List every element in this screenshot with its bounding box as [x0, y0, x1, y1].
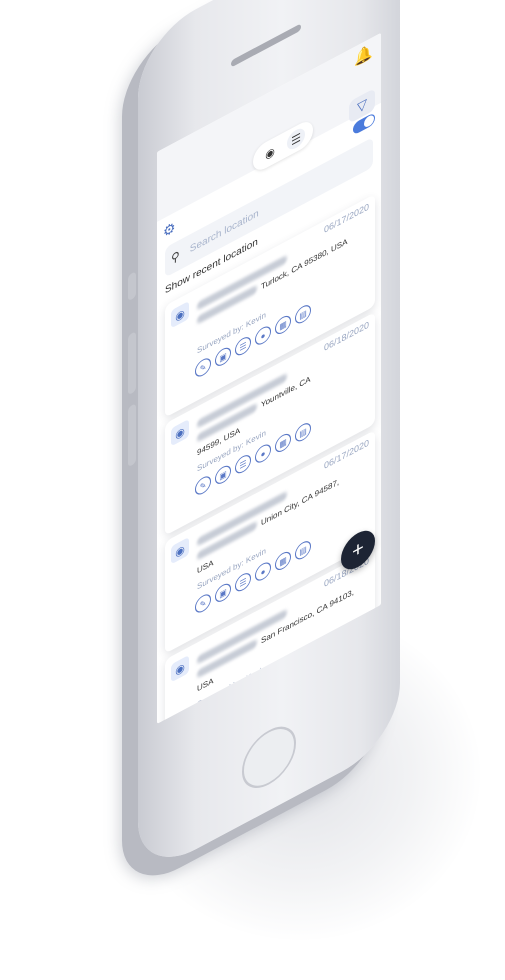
photo-icon[interactable]: ▣ [215, 580, 231, 606]
app-screen: 🔔 ◉ ☰ ▽ ⚙ ⚲ Show recent location ◉ 06/17… [157, 32, 381, 724]
document-icon[interactable]: ☰ [235, 333, 251, 359]
volume-up-button [128, 331, 136, 396]
view-toggle: ◉ ☰ [253, 116, 313, 175]
toggle-knob [364, 113, 374, 129]
map-pin-icon[interactable]: ◉ [261, 139, 279, 167]
clipboard-icon[interactable]: ▤ [295, 656, 311, 681]
photo-icon[interactable]: ▣ [215, 462, 231, 488]
device-stage: 🔔 ◉ ☰ ▽ ⚙ ⚲ Show recent location ◉ 06/17… [0, 0, 505, 980]
list-icon[interactable]: ☰ [287, 125, 305, 153]
card-date: 06/17/2020 [323, 201, 369, 236]
microphone-icon[interactable]: ● [255, 323, 271, 348]
document-icon[interactable]: ☰ [235, 569, 251, 595]
clipboard-icon[interactable]: ▤ [295, 420, 311, 445]
photo-icon[interactable]: ▣ [215, 344, 231, 370]
edit-icon[interactable]: ✎ [195, 355, 211, 380]
edit-icon[interactable]: ✎ [195, 473, 211, 498]
search-icon: ⚲ [171, 247, 180, 267]
microphone-icon[interactable]: ● [255, 441, 271, 466]
calendar-icon[interactable]: ▦ [275, 312, 291, 338]
calendar-icon[interactable]: ▦ [275, 666, 291, 692]
document-icon[interactable]: ☰ [235, 451, 251, 477]
phone-device: 🔔 ◉ ☰ ▽ ⚙ ⚲ Show recent location ◉ 06/17… [128, 0, 400, 880]
home-button[interactable] [242, 715, 296, 799]
edit-icon[interactable]: ✎ [195, 591, 211, 616]
location-pin-icon: ◉ [171, 536, 189, 565]
document-icon[interactable]: ☰ [235, 687, 251, 713]
bell-icon[interactable]: 🔔 [354, 41, 373, 69]
earpiece-speaker [231, 23, 301, 68]
card-address-line2: USA [197, 675, 214, 694]
edit-icon[interactable]: ✎ [195, 709, 211, 724]
mute-switch [128, 271, 136, 302]
microphone-icon[interactable]: ● [255, 559, 271, 584]
microphone-icon[interactable]: ● [255, 677, 271, 702]
location-pin-icon: ◉ [171, 418, 189, 447]
calendar-icon[interactable]: ▦ [275, 430, 291, 456]
gear-icon[interactable]: ⚙ [163, 218, 176, 242]
clipboard-icon[interactable]: ▤ [295, 538, 311, 563]
photo-icon[interactable]: ▣ [215, 698, 231, 724]
location-pin-icon: ◉ [171, 654, 189, 683]
volume-down-button [128, 403, 136, 468]
location-pin-icon: ◉ [171, 300, 189, 329]
calendar-icon[interactable]: ▦ [275, 548, 291, 574]
clipboard-icon[interactable]: ▤ [295, 302, 311, 327]
card-address-line2: USA [197, 557, 214, 576]
